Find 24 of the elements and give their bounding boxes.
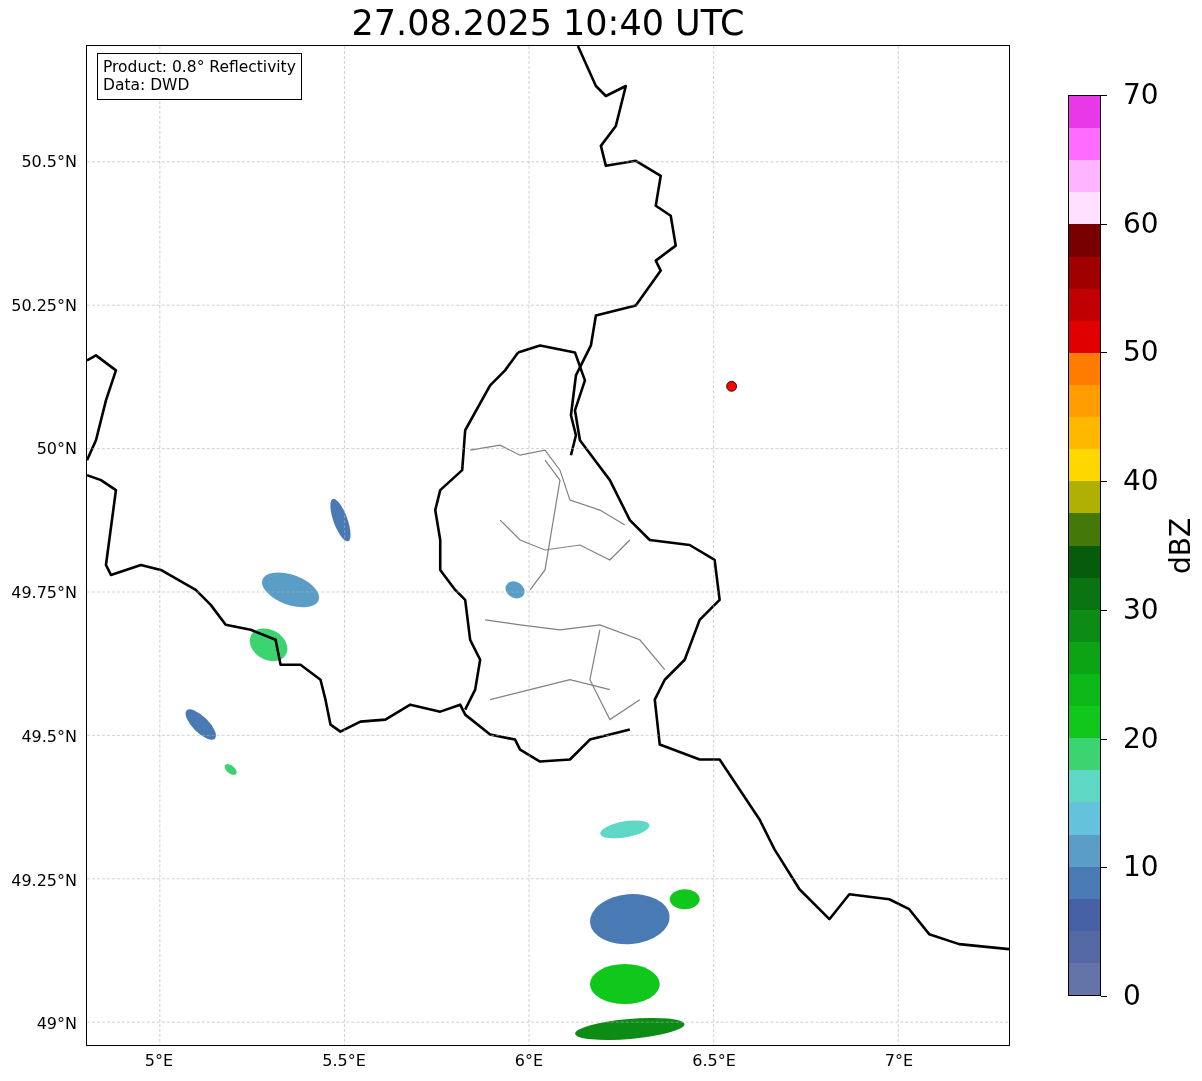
- scale-tick-label: 70: [1123, 80, 1159, 110]
- scale-tick-label: 10: [1123, 852, 1159, 883]
- latitude-label: 49.25°N: [11, 870, 77, 889]
- latitude-label: 49°N: [36, 1013, 77, 1033]
- scale-tick-label: 0: [1123, 981, 1141, 1011]
- scale-tick-label: 60: [1123, 208, 1159, 239]
- scale-label: dBZ: [1164, 517, 1197, 574]
- chart-title: 27.08.2025 10:40 UTC: [350, 3, 746, 43]
- scale-tick-label: 40: [1123, 466, 1159, 497]
- longitude-label: 7°E: [884, 1051, 914, 1070]
- scale-tick-label: 30: [1123, 594, 1159, 625]
- longitude-label: 6°E: [514, 1051, 544, 1070]
- latitude-label: 50°N: [36, 438, 77, 458]
- info-text: Product: 0.8° Reflectivity: [103, 58, 296, 76]
- longitude-label: 5°E: [144, 1051, 174, 1070]
- scale-tick-label: 50: [1123, 337, 1159, 368]
- latitude-label: 50.5°N: [21, 151, 77, 171]
- longitude-label: 5.5°E: [322, 1051, 366, 1070]
- latitude-label: 49.5°N: [21, 726, 77, 746]
- longitude-label: 6.5°E: [692, 1051, 736, 1070]
- latitude-label: 50.25°N: [11, 295, 77, 315]
- scale-tick-label: 20: [1123, 723, 1159, 754]
- latitude-label: 49.75°N: [11, 582, 77, 602]
- info-text: Data: DWD: [103, 76, 191, 94]
